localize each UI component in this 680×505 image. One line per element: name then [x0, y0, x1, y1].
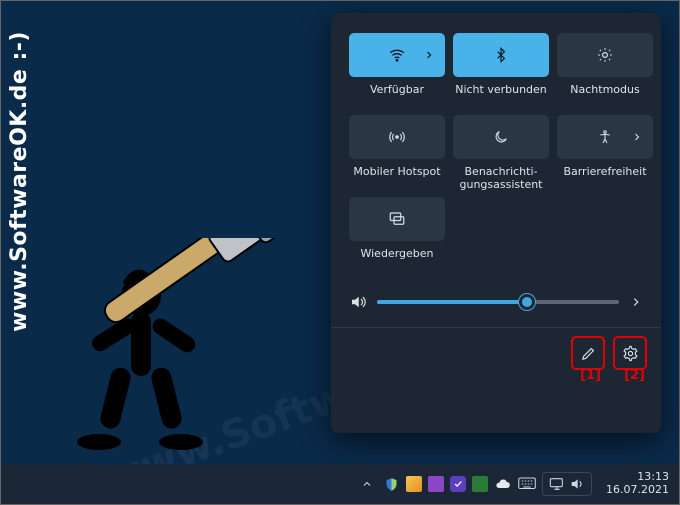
tile-nightmode: Nachtmodus	[557, 33, 653, 109]
desktop: www.SoftwareOK.de :-) www.SoftwareOK.de …	[0, 0, 680, 505]
moon-icon	[493, 129, 509, 145]
hotspot-icon	[388, 128, 406, 146]
taskbar: 13:13 16.07.2021	[1, 464, 679, 504]
clock[interactable]: 13:13 16.07.2021	[606, 471, 669, 496]
tile-label: Wiedergeben	[360, 247, 433, 273]
accessibility-icon	[597, 129, 613, 145]
volume-thumb[interactable]	[519, 294, 535, 310]
chevron-right-icon[interactable]	[423, 49, 435, 61]
volume-fill	[377, 300, 527, 304]
volume-slider[interactable]	[377, 300, 619, 304]
pencil-icon	[580, 345, 597, 362]
nightlight-icon	[596, 46, 614, 64]
mascot-figure	[31, 238, 291, 468]
bluetooth-icon	[493, 47, 509, 63]
tray-app-icon[interactable]	[406, 476, 422, 492]
tile-wifi: Verfügbar	[349, 33, 445, 109]
tile-accessibility: Barrierefreiheit	[557, 115, 653, 191]
quick-settings-tiles: Verfügbar Nicht verbunden Nachtmodus	[331, 13, 661, 279]
speaker-icon[interactable]	[349, 293, 367, 311]
nightmode-toggle[interactable]	[557, 33, 653, 77]
cast-icon	[388, 210, 406, 228]
settings-button[interactable]	[613, 336, 647, 370]
wifi-icon	[388, 46, 406, 64]
hotspot-toggle[interactable]	[349, 115, 445, 159]
tray-app-icon[interactable]	[428, 476, 444, 492]
annotation-one: [1]	[580, 368, 601, 383]
security-icon[interactable]	[382, 475, 400, 493]
volume-row	[331, 279, 661, 321]
tile-label: Verfügbar	[370, 83, 424, 109]
cloud-icon[interactable]	[494, 475, 512, 493]
tile-label: Barrierefreiheit	[563, 165, 646, 191]
accessibility-toggle[interactable]	[557, 115, 653, 159]
date: 16.07.2021	[606, 484, 669, 497]
chevron-right-icon[interactable]	[629, 295, 643, 309]
tray-app-icon[interactable]	[472, 476, 488, 492]
network-volume-group[interactable]	[542, 472, 592, 496]
tray-app-icon[interactable]	[450, 476, 466, 492]
gear-icon	[622, 345, 639, 362]
tile-label: Benachrichti­gungsassistent	[453, 165, 549, 191]
tile-label: Nicht verbunden	[455, 83, 547, 109]
tile-hotspot: Mobiler Hotspot	[349, 115, 445, 191]
edit-button[interactable]	[571, 336, 605, 370]
tray-chevron-up-icon[interactable]	[358, 475, 376, 493]
cast-toggle[interactable]	[349, 197, 445, 241]
tile-label: Mobiler Hotspot	[353, 165, 440, 191]
watermark-side: www.SoftwareOK.de :-)	[7, 31, 32, 332]
focus-assist-toggle[interactable]	[453, 115, 549, 159]
bluetooth-toggle[interactable]	[453, 33, 549, 77]
tile-label: Nachtmodus	[570, 83, 639, 109]
quick-settings-panel: Verfügbar Nicht verbunden Nachtmodus	[331, 13, 661, 433]
wifi-toggle[interactable]	[349, 33, 445, 77]
annotation-two: [2]	[624, 368, 645, 383]
panel-footer	[331, 328, 661, 382]
system-tray: 13:13 16.07.2021	[358, 471, 669, 496]
keyboard-icon[interactable]	[518, 475, 536, 493]
tile-cast: Wiedergeben	[349, 197, 445, 273]
tile-bluetooth: Nicht verbunden	[453, 33, 549, 109]
tile-focus-assist: Benachrichti­gungsassistent	[453, 115, 549, 191]
chevron-right-icon[interactable]	[631, 131, 643, 143]
